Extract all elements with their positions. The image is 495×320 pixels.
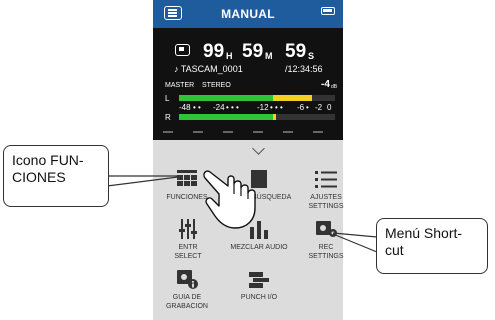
callout-shortcut-line-1: Menú Short-	[385, 225, 463, 241]
callout-funciones-line-1: Icono FUN-	[12, 152, 84, 168]
callout-funciones: Icono FUN- CIONES	[3, 145, 109, 207]
callout-funciones-line-2: CIONES	[12, 169, 66, 185]
callout-shortcut-line-2: cut	[385, 242, 404, 258]
callout-shortcut: Menú Short- cut	[376, 218, 488, 274]
